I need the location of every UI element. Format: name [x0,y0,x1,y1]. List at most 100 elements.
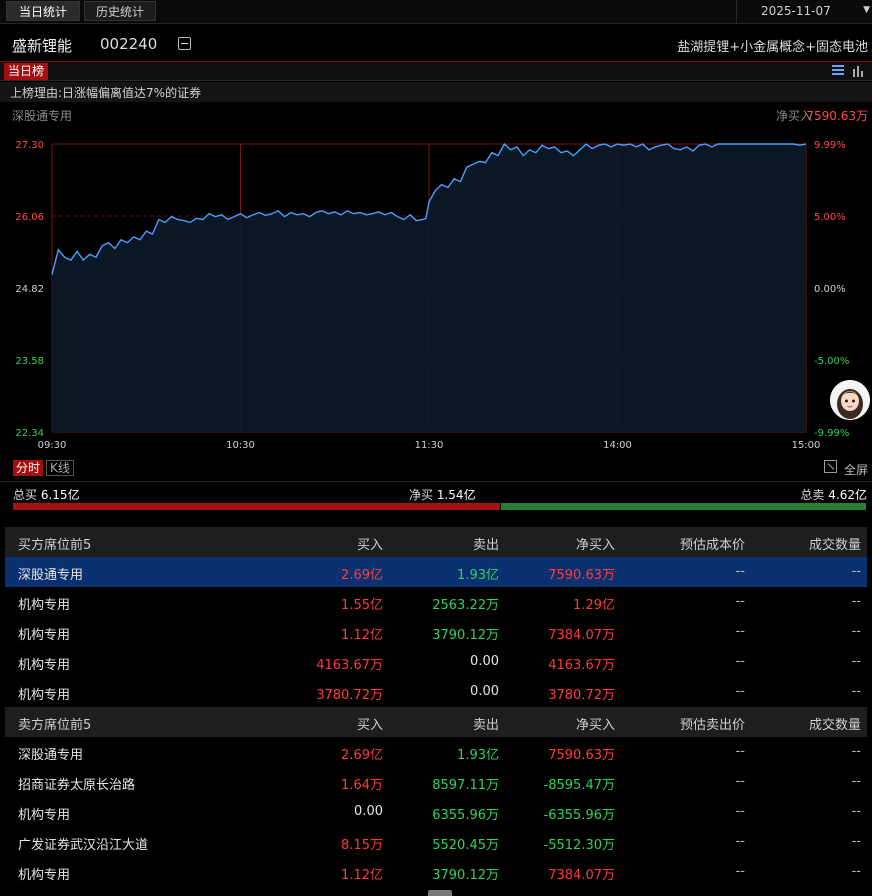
intraday-chart[interactable]: 27.30 9.99% 26.06 5.00% 24.82 0.00% 23.58 -5.00… [0,128,872,454]
net-buy-summary-value: 1.54亿 [436,488,476,502]
pct-tick-label: -5.00% [814,356,849,367]
estimate-price: -- [735,834,745,849]
total-buy-value: 6.15亿 [40,488,80,502]
sell-amount: 5520.45万 [432,838,499,853]
chart-mode-bar: 分时 K线 [0,456,872,480]
price-tick-label: 23.58 [15,356,44,367]
header-buy[interactable]: 买入 [357,714,383,733]
pct-tick-label: 5.00% [814,212,846,223]
net-buy-summary: 净买 1.54亿 [409,486,476,503]
header-sell[interactable]: 卖出 [473,534,499,553]
header-sell-price: 预估卖出价 [679,718,745,733]
net-amount: 7590.63万 [548,568,615,583]
table-row[interactable]: 深股通专用 2.69亿 1.93亿 7590.63万 -- -- [5,737,867,767]
buy-amount: 1.12亿 [341,868,383,883]
rank-tag[interactable]: 当日榜 [4,63,49,80]
time-tick-label: 09:30 [38,440,67,451]
seat-name: 机构专用 [18,658,71,673]
summary-bar: 总买 6.15亿 净买 1.54亿 总卖 4.62亿 [0,481,872,525]
sell-seats-table: 卖方席位前5 买入 卖出 净买入 预估卖出价 成交数量 深股通专用 2.69亿 1.… [5,707,867,887]
chart-seat-label: 深股通专用 [12,109,73,123]
fullscreen-label[interactable]: 全屏 [844,461,868,478]
table-row[interactable]: 机构专用 4163.67万 0.00 4163.67万 -- -- [5,647,867,677]
mode-intraday-button[interactable]: 分时 [13,460,44,476]
time-tick-label: 10:30 [226,440,255,451]
net-amount: 7590.63万 [548,748,615,763]
estimate-price: -- [735,564,745,579]
table-row[interactable]: 广发证券武汉沿江大道 8.15万 5520.45万 -5512.30万 -- -- [5,827,867,857]
time-tick-label: 11:30 [415,440,444,451]
buy-amount: 8.15万 [341,838,383,853]
collapse-icon[interactable] [178,37,191,50]
estimate-price: -- [735,624,745,639]
total-buy: 总买 6.15亿 [13,486,80,503]
tab-today-stats[interactable]: 当日统计 [6,1,80,21]
net-amount: 1.29亿 [573,598,615,613]
price-tick-label: 22.34 [15,428,44,439]
estimate-price: -- [735,864,745,879]
mode-kline-button[interactable]: K线 [46,460,74,476]
volume: -- [851,774,861,789]
table-row[interactable]: 机构专用 1.12亿 3790.12万 7384.07万 -- -- [5,857,867,887]
time-tick-label: 14:00 [603,440,632,451]
seat-name: 招商证券太原长治路 [18,778,136,793]
volume: -- [851,804,861,819]
header-net[interactable]: 净买入 [576,714,615,733]
seat-name: 机构专用 [18,628,71,643]
list-view-icon[interactable] [832,65,844,77]
seat-name: 机构专用 [18,868,71,883]
chevron-down-icon[interactable]: ▼ [863,5,870,15]
sell-table-header: 卖方席位前5 买入 卖出 净买入 预估卖出价 成交数量 [5,707,867,737]
table-row[interactable]: 深股通专用 2.69亿 1.93亿 7590.63万 -- -- [5,557,867,587]
header-buy[interactable]: 买入 [357,534,383,553]
buy-ratio-bar [13,503,500,510]
date-picker[interactable]: 2025-11-07 ▼ [736,0,872,24]
buy-amount: 3780.72万 [316,688,383,703]
net-amount: -8595.47万 [543,778,615,793]
total-sell: 总卖 4.62亿 [800,486,867,503]
price-tick-label: 27.30 [15,140,44,151]
volume: -- [851,594,861,609]
volume: -- [851,834,861,849]
sell-amount: 8597.11万 [432,778,499,793]
assistant-avatar[interactable] [830,380,870,420]
estimate-price: -- [735,774,745,789]
tab-history-stats[interactable]: 历史统计 [84,1,156,21]
sell-amount: 1.93亿 [457,748,499,763]
estimate-price: -- [735,654,745,669]
fullscreen-icon[interactable] [824,460,837,473]
scroll-handle[interactable] [428,890,452,896]
buy-seats-table: 买方席位前5 买入 卖出 净买入 预估成本价 成交数量 深股通专用 2.69亿 1.… [5,527,867,707]
sell-amount: 6355.96万 [432,808,499,823]
buy-amount: 1.55亿 [341,598,383,613]
table-row[interactable]: 招商证券太原长治路 1.64万 8597.11万 -8595.47万 -- -- [5,767,867,797]
header-seat: 买方席位前5 [18,538,92,553]
sell-amount: 1.93亿 [457,568,499,583]
estimate-price: -- [735,684,745,699]
table-row[interactable]: 机构专用 1.55亿 2563.22万 1.29亿 -- -- [5,587,867,617]
bar-chart-icon[interactable] [852,65,864,77]
volume: -- [851,744,861,759]
pct-tick-label: 9.99% [814,140,846,151]
seat-name: 机构专用 [18,808,71,823]
top-tab-bar: 当日统计 历史统计 2025-11-07 ▼ [0,0,872,24]
header-cost: 预估成本价 [679,538,745,553]
price-tick-label: 26.06 [15,212,44,223]
net-amount: -5512.30万 [543,838,615,853]
header-net[interactable]: 净买入 [576,534,615,553]
table-row[interactable]: 机构专用 3780.72万 0.00 3780.72万 -- -- [5,677,867,707]
table-row[interactable]: 机构专用 0.00 6355.96万 -6355.96万 -- -- [5,797,867,827]
seat-name: 深股通专用 [18,568,84,583]
net-amount: -6355.96万 [543,808,615,823]
table-row[interactable]: 机构专用 1.12亿 3790.12万 7384.07万 -- -- [5,617,867,647]
rank-reason-text: 上榜理由:日涨幅偏离值达7%的证券 [10,86,202,100]
buy-table-header: 买方席位前5 买入 卖出 净买入 预估成本价 成交数量 [5,527,867,557]
header-sell[interactable]: 卖出 [473,714,499,733]
header-volume: 成交数量 [808,538,861,553]
sell-amount: 0.00 [470,654,499,669]
date-value: 2025-11-07 [761,4,831,18]
net-amount: 4163.67万 [548,658,615,673]
seat-name: 机构专用 [18,688,71,703]
net-buy-summary-label: 净买 [409,488,434,502]
volume: -- [851,624,861,639]
